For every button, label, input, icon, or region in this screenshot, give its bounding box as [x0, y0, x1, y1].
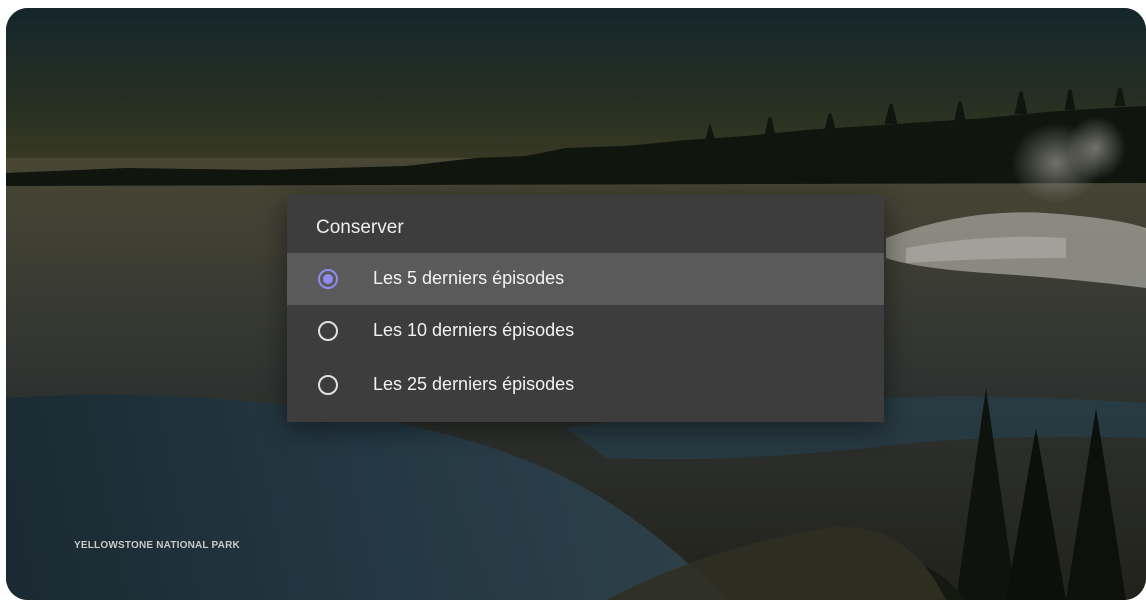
- option-last-5-episodes[interactable]: Les 5 derniers épisodes: [287, 253, 884, 305]
- dialog-title: Conserver: [316, 217, 404, 238]
- radio-unselected-icon: [318, 375, 338, 395]
- option-last-25-episodes[interactable]: Les 25 derniers épisodes: [287, 359, 884, 411]
- option-label: Les 5 derniers épisodes: [373, 268, 565, 288]
- location-caption: YELLOWSTONE NATIONAL PARK: [74, 540, 240, 551]
- option-label: Les 25 derniers épisodes: [373, 374, 575, 394]
- radio-selected-icon: [318, 269, 338, 289]
- option-last-10-episodes[interactable]: Les 10 derniers épisodes: [287, 305, 884, 357]
- option-label: Les 10 derniers épisodes: [373, 320, 575, 340]
- keep-episodes-dialog: Conserver Les 5 derniers épisodes Les 10…: [287, 195, 884, 422]
- radio-unselected-icon: [318, 321, 338, 341]
- screensaver-screen: YELLOWSTONE NATIONAL PARK Conserver Les …: [6, 8, 1146, 600]
